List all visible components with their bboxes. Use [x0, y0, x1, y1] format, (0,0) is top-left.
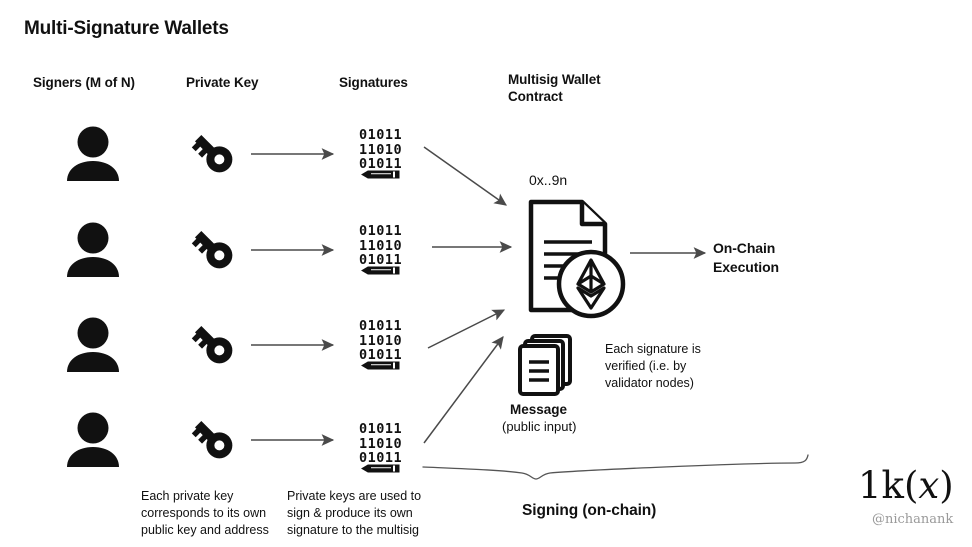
- person-icon: [62, 314, 124, 376]
- page-title: Multi-Signature Wallets: [24, 18, 229, 39]
- watermark-logo-suffix: ): [939, 464, 954, 507]
- watermark-handle: @nichanank: [872, 512, 954, 527]
- column-header-wallet-line2: Contract: [508, 89, 563, 104]
- ethereum-icon: [555, 248, 627, 320]
- connector-arrows: [251, 146, 809, 480]
- message-sublabel: (public input): [502, 419, 577, 434]
- key-icon: [186, 126, 240, 180]
- watermark-logo: 1k(x): [858, 466, 954, 506]
- execution-line1: On-Chain: [713, 240, 776, 256]
- key-icon: [186, 412, 240, 466]
- person-icon: [62, 123, 124, 185]
- watermark-logo-italic: x: [918, 464, 940, 507]
- person-icon: [62, 219, 124, 281]
- pen-icon: [359, 170, 405, 179]
- pen-icon: [359, 361, 405, 370]
- message-label: Message: [510, 402, 568, 417]
- key-icon: [186, 317, 240, 371]
- brace-label: Signing (on-chain): [522, 502, 657, 519]
- pen-icon: [359, 464, 405, 473]
- signature-bits: 01011 11010 01011: [359, 318, 403, 363]
- signing-note: Private keys are used to sign & produce …: [287, 489, 422, 537]
- pen-icon: [359, 266, 405, 275]
- diagram-canvas: Multi-Signature Wallets Signers (M of N)…: [0, 0, 972, 547]
- verification-note: Each signature is verified (i.e. by vali…: [605, 342, 701, 390]
- message-stack-icon: [516, 332, 578, 400]
- signing-brace: [422, 454, 809, 480]
- column-header-signers: Signers (M of N): [33, 75, 135, 90]
- column-header-signatures: Signatures: [339, 75, 408, 90]
- signature-bits: 01011 11010 01011: [359, 421, 403, 466]
- key-icon: [186, 222, 240, 276]
- person-icon: [62, 409, 124, 471]
- on-chain-execution-label: On-Chain Execution: [713, 239, 779, 277]
- wallet-address-label: 0x..9n: [529, 172, 568, 188]
- column-header-wallet-line1: Multisig Wallet: [508, 72, 601, 87]
- signature-bits: 01011 11010 01011: [359, 127, 403, 172]
- column-header-private-key: Private Key: [186, 75, 259, 90]
- execution-line2: Execution: [713, 259, 780, 275]
- private-key-note: Each private key corresponds to its own …: [141, 489, 269, 537]
- signature-bits: 01011 11010 01011: [359, 223, 403, 268]
- column-header-multisig-wallet-contract: Multisig Wallet Contract: [508, 71, 638, 105]
- watermark-logo-prefix: 1k(: [858, 464, 919, 507]
